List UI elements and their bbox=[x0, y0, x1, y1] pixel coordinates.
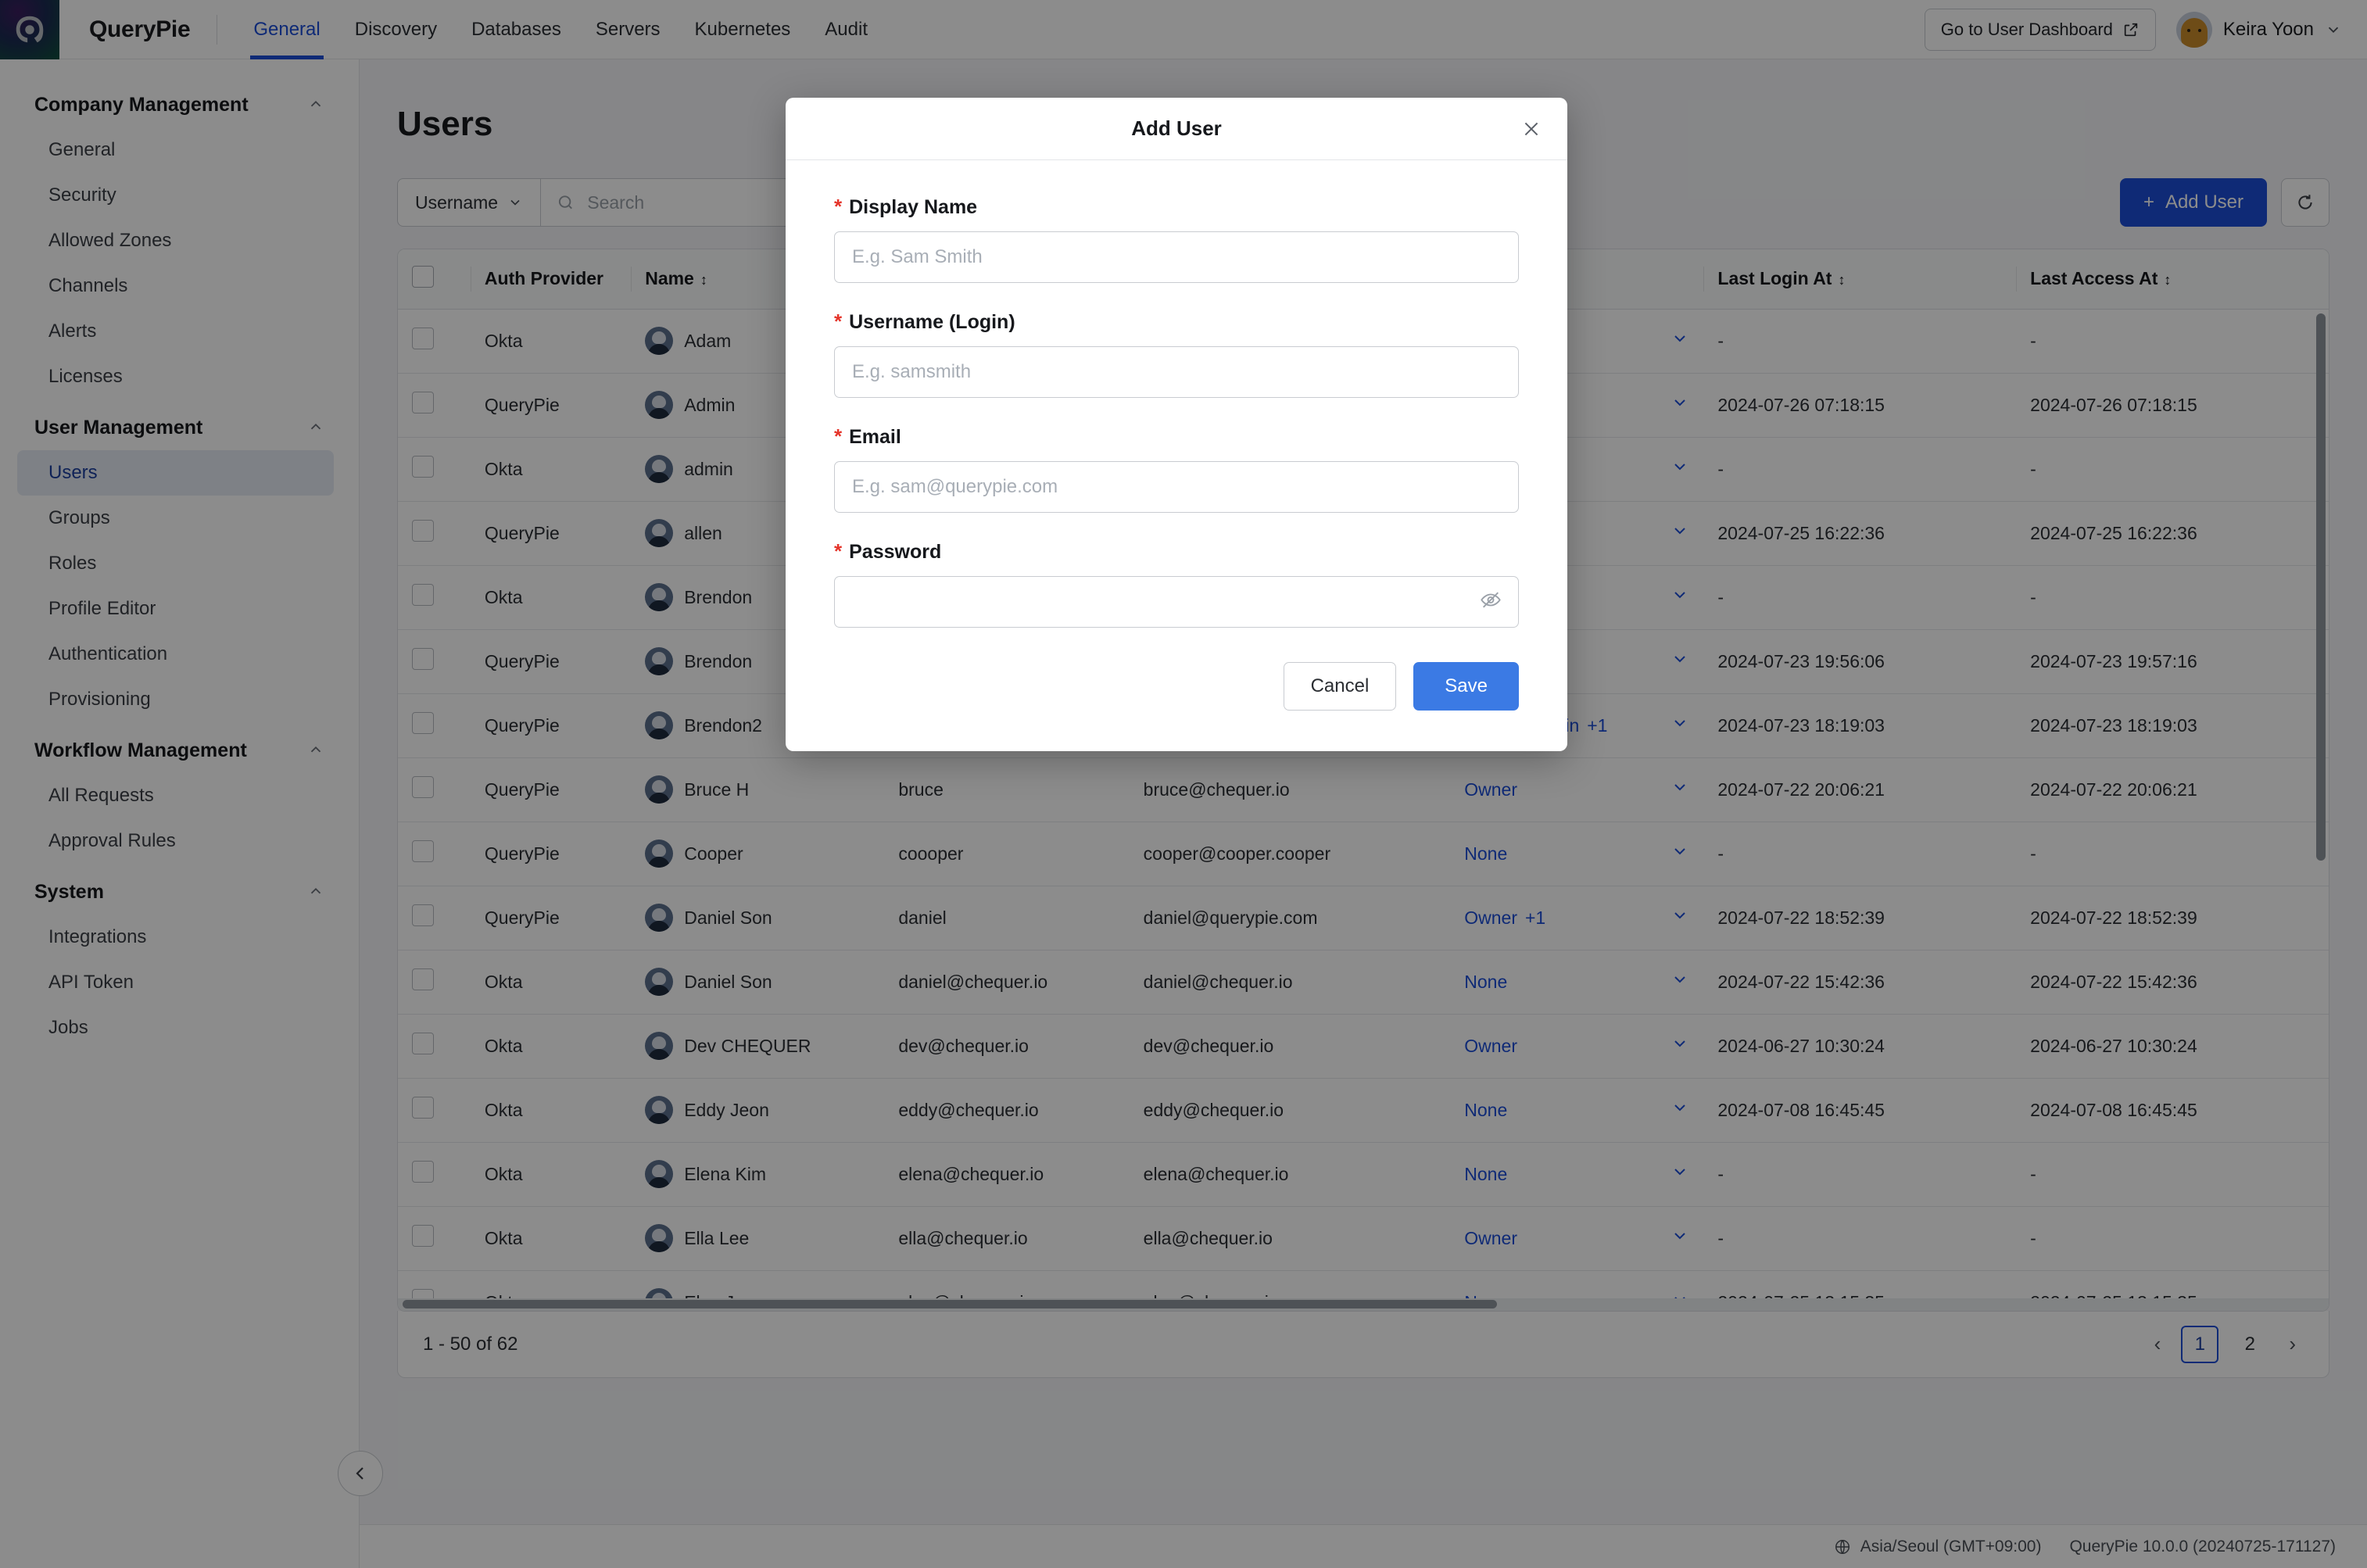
field-label-text: Email bbox=[849, 426, 901, 448]
field-display-name: * Display Name bbox=[834, 195, 1519, 283]
add-user-modal: Add User *Display Name*Username (Login)*… bbox=[786, 98, 1567, 751]
required-marker: * bbox=[834, 539, 843, 563]
password-wrapper bbox=[834, 576, 1519, 628]
modal-title: Add User bbox=[1131, 116, 1222, 140]
password-field[interactable] bbox=[834, 576, 1519, 628]
username-login-field[interactable] bbox=[834, 346, 1519, 398]
field-label-password: * Password bbox=[834, 539, 1519, 564]
email-field[interactable] bbox=[834, 461, 1519, 513]
field-label-username-login: * Username (Login) bbox=[834, 310, 1519, 334]
eye-off-icon[interactable] bbox=[1480, 589, 1502, 615]
modal-header: Add User bbox=[786, 98, 1567, 160]
cancel-button[interactable]: Cancel bbox=[1283, 662, 1397, 711]
save-button[interactable]: Save bbox=[1413, 662, 1519, 711]
field-username-login: * Username (Login) bbox=[834, 310, 1519, 398]
field-email: * Email bbox=[834, 424, 1519, 513]
field-label-text: Display Name bbox=[849, 196, 978, 218]
close-icon[interactable] bbox=[1516, 113, 1547, 145]
required-marker: * bbox=[834, 310, 843, 333]
field-password: * Password bbox=[834, 539, 1519, 628]
modal-fields: * Display Name * Username (Login) * Email * Pas… bbox=[834, 195, 1519, 628]
field-label-display-name: * Display Name bbox=[834, 195, 1519, 219]
modal-body: * Display Name * Username (Login) * Email * Pas… bbox=[786, 160, 1567, 751]
required-marker: * bbox=[834, 424, 843, 448]
field-label-text: Password bbox=[849, 541, 942, 563]
field-label-email: * Email bbox=[834, 424, 1519, 449]
field-label-text: Username (Login) bbox=[849, 311, 1015, 333]
modal-actions: Cancel Save bbox=[834, 654, 1519, 725]
display-name-field[interactable] bbox=[834, 231, 1519, 283]
required-marker: * bbox=[834, 195, 843, 218]
